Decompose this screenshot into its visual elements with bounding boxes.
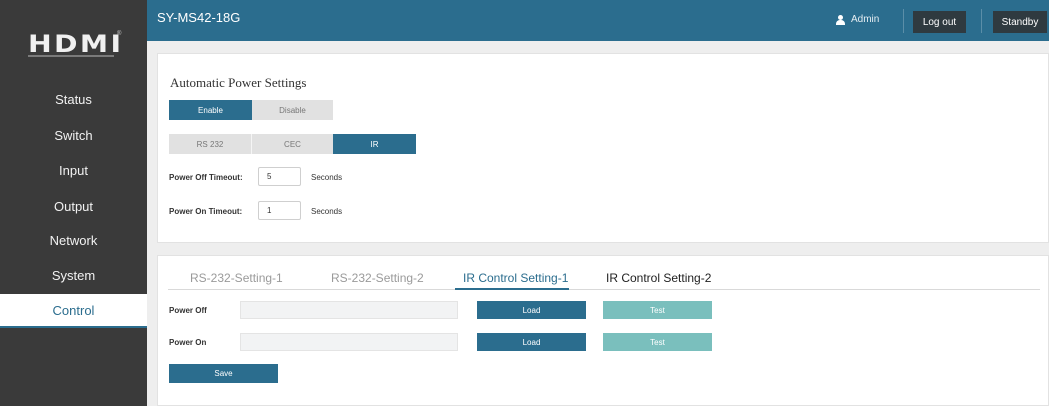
power-off-timeout-unit: Seconds — [311, 173, 343, 182]
control-settings-panel: RS-232-Setting-1 RS-232-Setting-2 IR Con… — [157, 255, 1049, 406]
power-on-timeout-unit: Seconds — [311, 207, 343, 216]
sidebar-item-control[interactable]: Control — [0, 294, 147, 328]
logo-trademark: ® — [117, 31, 122, 37]
sidebar-item-network[interactable]: Network — [0, 222, 147, 258]
top-bar: SY-MS42-18G Admin Log out Standby — [147, 0, 1049, 41]
power-off-timeout-input[interactable] — [258, 167, 301, 186]
sidebar-item-switch[interactable]: Switch — [0, 117, 147, 153]
user-info: Admin — [836, 14, 879, 25]
power-on-load-button[interactable]: Load — [477, 333, 586, 351]
tab-ir-control-setting-1[interactable]: IR Control Setting-1 — [463, 271, 568, 285]
header-divider — [981, 9, 982, 33]
mode-rs232-button[interactable]: RS 232 — [169, 134, 251, 154]
power-off-test-button[interactable]: Test — [603, 301, 712, 319]
standby-button[interactable]: Standby — [993, 11, 1047, 33]
tab-divider — [168, 289, 1040, 290]
sidebar: HDMI ® Status Switch Input Output Networ… — [0, 0, 147, 406]
section-title: Automatic Power Settings — [170, 75, 307, 90]
logo-text: HDMI — [28, 30, 124, 58]
tab-ir-control-setting-2[interactable]: IR Control Setting-2 — [606, 271, 711, 285]
power-on-timeout-label: Power On Timeout: — [169, 207, 243, 216]
header-divider — [903, 9, 904, 33]
tab-rs232-setting-1[interactable]: RS-232-Setting-1 — [190, 271, 283, 285]
mode-cec-button[interactable]: CEC — [251, 134, 333, 154]
user-icon — [836, 14, 845, 25]
power-settings-panel: Automatic Power Settings Enable Disable … — [157, 53, 1049, 243]
enable-button[interactable]: Enable — [169, 100, 252, 120]
logout-button[interactable]: Log out — [913, 11, 966, 33]
save-button[interactable]: Save — [169, 364, 278, 383]
power-off-label: Power Off — [169, 306, 207, 315]
user-name: Admin — [851, 14, 880, 25]
power-on-timeout-input[interactable] — [258, 201, 301, 220]
power-on-code-field[interactable] — [240, 333, 458, 351]
power-on-test-button[interactable]: Test — [603, 333, 712, 351]
disable-button[interactable]: Disable — [252, 100, 333, 120]
power-off-timeout-label: Power Off Timeout: — [169, 173, 243, 182]
tab-rs232-setting-2[interactable]: RS-232-Setting-2 — [331, 271, 424, 285]
device-title: SY-MS42-18G — [157, 10, 241, 25]
sidebar-item-input[interactable]: Input — [0, 152, 147, 188]
active-tab-indicator — [455, 288, 569, 290]
power-on-label: Power On — [169, 338, 207, 347]
power-off-code-field[interactable] — [240, 301, 458, 319]
sidebar-item-output[interactable]: Output — [0, 188, 147, 224]
sidebar-item-status[interactable]: Status — [0, 81, 147, 117]
mode-ir-button[interactable]: IR — [333, 134, 416, 154]
power-off-load-button[interactable]: Load — [477, 301, 586, 319]
logo-underline — [28, 55, 114, 57]
sidebar-item-system[interactable]: System — [0, 257, 147, 293]
hdmi-logo: HDMI ® — [0, 0, 147, 74]
